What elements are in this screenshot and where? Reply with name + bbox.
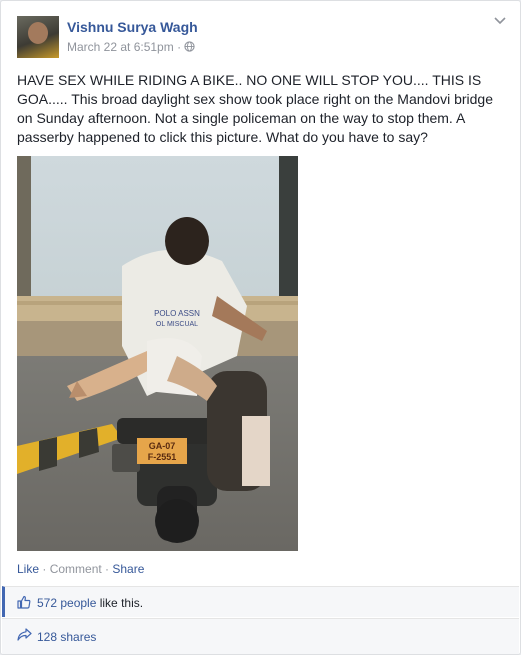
avatar[interactable] [17,16,59,58]
meta-separator: · [177,40,182,54]
shirt-text-2: OL MISCUAL [156,321,198,328]
post-date[interactable]: March 22 at 6:51pm [67,40,174,54]
post-card: Vishnu Surya Wagh March 22 at 6:51pm · H… [0,0,521,655]
share-link[interactable]: Share [112,562,144,576]
plate-text-1: GA-07 [149,441,176,451]
like-link[interactable]: Like [17,562,39,576]
shirt-text-1: POLO ASSN [154,309,200,318]
globe-icon[interactable] [184,40,196,54]
thumbs-up-icon [17,595,31,614]
post-photo[interactable]: GA-07 F-2551 POLO ASSN OL MISCUAL [17,156,298,551]
likes-count-link[interactable]: 572 people [37,596,96,610]
shares-row: 128 shares [2,618,519,654]
likes-row: 572 people like this. [2,586,519,617]
action-separator: · [101,562,113,576]
shares-link[interactable]: 128 shares [37,630,96,644]
post-meta: March 22 at 6:51pm · [67,40,196,54]
action-bar: Like · Comment · Share [17,562,144,576]
post-text: HAVE SEX WHILE RIDING A BIKE.. NO ONE WI… [17,72,493,145]
likes-text: 572 people like this. [37,596,143,610]
action-separator: · [39,562,50,576]
plate-text-2: F-2551 [148,452,177,462]
share-arrow-icon [17,628,32,646]
comment-link[interactable]: Comment [50,562,102,576]
likes-suffix: like this. [96,596,144,610]
author-name[interactable]: Vishnu Surya Wagh [67,19,198,35]
chevron-down-icon[interactable] [494,16,506,28]
